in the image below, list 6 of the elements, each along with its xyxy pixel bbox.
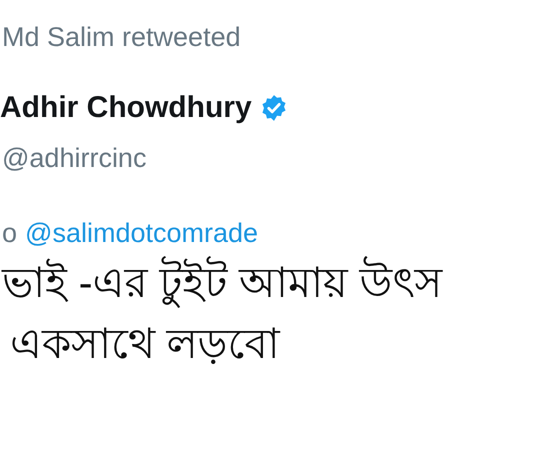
retweet-label: Md Salim retweeted [2, 22, 241, 53]
author-handle: @adhirrcinc [2, 143, 146, 174]
tweet-text: ভাই -এর টুইট আমায় উৎস [2, 253, 443, 314]
tweet-text: একসাথে লড়বো [10, 318, 280, 369]
author-name[interactable]: Adhir Chowdhury [0, 91, 252, 125]
reply-label: o [2, 218, 18, 249]
